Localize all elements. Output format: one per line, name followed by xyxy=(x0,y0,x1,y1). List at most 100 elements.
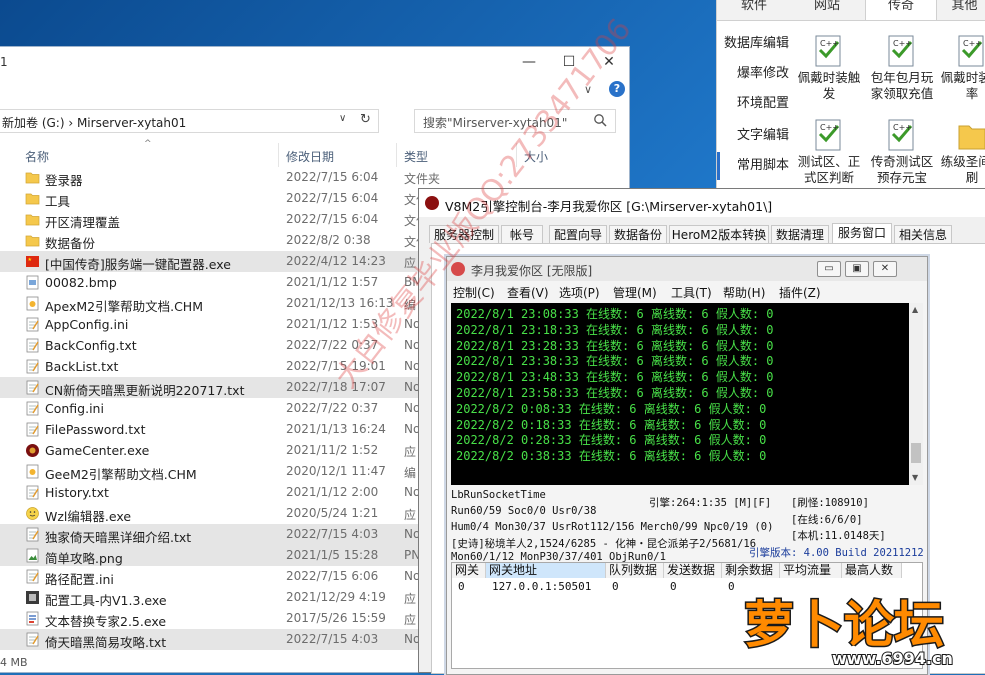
maximize-button[interactable]: ▣ xyxy=(845,261,869,277)
address-bar[interactable]: 新加卷 (G:) › Mirserver-xytah01 ∨ ↻ xyxy=(0,109,379,133)
file-name: Wzl编辑器.exe xyxy=(45,509,132,524)
column-divider[interactable] xyxy=(278,143,279,167)
column-size[interactable]: 大小 xyxy=(524,148,548,165)
folder-icon xyxy=(25,233,40,248)
refresh-icon[interactable]: ↻ xyxy=(360,112,371,127)
menu-control[interactable]: 控制(C) xyxy=(453,284,495,301)
file-date: 2022/7/15 6:06 xyxy=(286,569,379,583)
file-type: 应 xyxy=(404,508,417,522)
tab-server-control[interactable]: 服务器控制 xyxy=(429,225,499,243)
minimize-button[interactable]: — xyxy=(509,47,549,77)
tab-account[interactable]: 帐号 xyxy=(501,225,543,243)
file-name: AppConfig.ini xyxy=(45,317,129,332)
side-droprate[interactable]: 爆率修改 xyxy=(717,60,791,88)
info-hum: Hum0/4 Mon30/37 UsrRot112/156 Merch0/99 … xyxy=(451,521,774,533)
close-button[interactable]: ✕ xyxy=(873,261,897,277)
minimize-button[interactable]: ▭ xyxy=(817,261,841,277)
close-button[interactable]: ✕ xyxy=(589,47,629,77)
info-epic: [史诗]秘境羊人2,1524/6285 - 化神・昆仑派弟子2/5681/16 xyxy=(451,538,757,550)
grid-cell: 0 xyxy=(670,580,677,593)
forum-logo: 萝卜论坛 www.6994.cn xyxy=(743,595,954,670)
menu-options[interactable]: 选项(P) xyxy=(559,284,600,301)
log-scrollbar[interactable]: ▲ ▼ xyxy=(909,303,923,485)
column-type[interactable]: 类型 xyxy=(404,148,428,165)
script-item[interactable]: C++ 包年包月玩家领取充值 xyxy=(869,34,935,106)
side-db-edit[interactable]: 数据库编辑 xyxy=(717,30,791,58)
file-name: 工具 xyxy=(45,194,71,209)
tab-legend[interactable]: 传奇 xyxy=(865,0,937,20)
menu-manage[interactable]: 管理(M) xyxy=(613,284,657,301)
file-date: 2022/7/15 4:03 xyxy=(286,527,379,541)
search-input[interactable]: 搜索"Mirserver-xytah01" xyxy=(414,109,616,133)
svg-text:C++: C++ xyxy=(893,39,912,48)
menu-plugins[interactable]: 插件(Z) xyxy=(779,284,821,301)
tab-software[interactable]: 软件 xyxy=(727,0,781,20)
file-date: 2021/12/29 4:19 xyxy=(286,590,386,604)
side-env[interactable]: 环境配置 xyxy=(717,90,791,118)
grid-header: 剩余数据 xyxy=(722,563,780,578)
scroll-up-icon[interactable]: ▲ xyxy=(912,305,918,314)
column-date[interactable]: 修改日期 xyxy=(286,148,334,165)
tab-data-backup[interactable]: 数据备份 xyxy=(609,225,667,243)
china-flag-icon: ★ xyxy=(25,254,40,269)
script-file-icon: C++ xyxy=(888,35,914,67)
grid-header: 发送数据 xyxy=(664,563,722,578)
app-logo-icon xyxy=(425,196,439,210)
script-file-icon: C++ xyxy=(958,35,984,67)
text-file-icon xyxy=(25,401,40,416)
chevron-up-icon[interactable]: ∨ xyxy=(584,83,592,96)
file-date: 2022/7/15 6:04 xyxy=(286,170,379,184)
text-file-icon xyxy=(25,527,40,542)
console-titlebar: V8M2引擎控制台-李月我爱你区 [G:\Mirserver-xytah01\] xyxy=(419,189,985,217)
info-version: 引擎版本: 4.00 Build 20211212 xyxy=(749,547,924,559)
file-type: 文件夹 xyxy=(404,172,441,186)
tab-config-wizard[interactable]: 配置向导 xyxy=(549,225,607,243)
file-name: 简单攻略.png xyxy=(45,551,123,566)
script-item[interactable]: C++ 佩戴时装爆率 xyxy=(939,34,985,106)
column-divider[interactable] xyxy=(396,143,397,167)
script-item[interactable]: C++ 佩戴时装触发 xyxy=(796,34,862,106)
script-item[interactable]: C++ 传奇测试区预存元宝 xyxy=(869,118,935,190)
menu-view[interactable]: 查看(V) xyxy=(507,284,549,301)
file-date: 2021/1/5 15:28 xyxy=(286,548,379,562)
text-file-icon xyxy=(25,569,40,584)
side-common-scripts[interactable]: 常用脚本 xyxy=(717,152,791,180)
chevron-down-icon[interactable]: ∨ xyxy=(339,113,346,124)
server-logo-icon xyxy=(451,262,465,276)
server-titlebar: 李月我爱你区 [无限版] ▭ ▣ ✕ xyxy=(447,257,927,281)
server-title: 李月我爱你区 [无限版] xyxy=(471,264,593,278)
file-name: BackList.txt xyxy=(45,359,119,374)
search-icon xyxy=(594,114,607,127)
file-row[interactable]: 登录器 2022/7/15 6:04 文件夹 xyxy=(0,167,629,188)
log-line: 2022/8/1 23:58:33 在线数: 6 离线数: 6 假人数: 0 xyxy=(456,386,774,400)
server-log: 2022/8/1 23:08:33 在线数: 6 离线数: 6 假人数: 0 20… xyxy=(451,303,909,485)
menu-tools[interactable]: 工具(T) xyxy=(671,284,712,301)
scroll-thumb[interactable] xyxy=(911,443,921,463)
tab-service-window[interactable]: 服务窗口 xyxy=(832,223,892,243)
tab-herom2-convert[interactable]: HeroM2版本转换 xyxy=(669,225,769,243)
file-name: 独家倚天暗黑详细介绍.txt xyxy=(45,530,192,545)
file-date: 2022/7/15 6:04 xyxy=(286,212,379,226)
help-file-icon xyxy=(25,464,40,479)
explorer-title: 1 xyxy=(0,55,8,69)
menu-help[interactable]: 帮助(H) xyxy=(723,284,765,301)
script-item[interactable]: 练级圣间房刷 xyxy=(939,118,985,190)
tab-related-info[interactable]: 相关信息 xyxy=(894,225,952,243)
help-icon[interactable]: ? xyxy=(609,81,625,97)
image-file-icon xyxy=(25,275,40,290)
tab-data-cleanup[interactable]: 数据清理 xyxy=(771,225,829,243)
side-text-edit[interactable]: 文字编辑 xyxy=(717,122,791,150)
maximize-button[interactable]: ☐ xyxy=(549,47,589,77)
explorer-titlebar: 1 — ☐ ✕ xyxy=(0,47,629,77)
tab-website[interactable]: 网站 xyxy=(797,0,857,20)
script-item[interactable]: C++ 测试区、正式区判断 xyxy=(796,118,862,190)
scroll-down-icon[interactable]: ▼ xyxy=(912,473,918,482)
column-name[interactable]: 名称 xyxy=(25,148,49,165)
file-name: 文本替换专家2.5.exe xyxy=(45,614,167,629)
column-divider[interactable] xyxy=(516,143,517,167)
forum-url: www.6994.cn xyxy=(832,649,953,668)
tab-other[interactable]: 其他 xyxy=(943,0,985,20)
file-date: 2022/8/2 0:38 xyxy=(286,233,371,247)
info-local: [本机:11.0148天] xyxy=(791,530,886,542)
svg-text:C++: C++ xyxy=(820,123,839,132)
